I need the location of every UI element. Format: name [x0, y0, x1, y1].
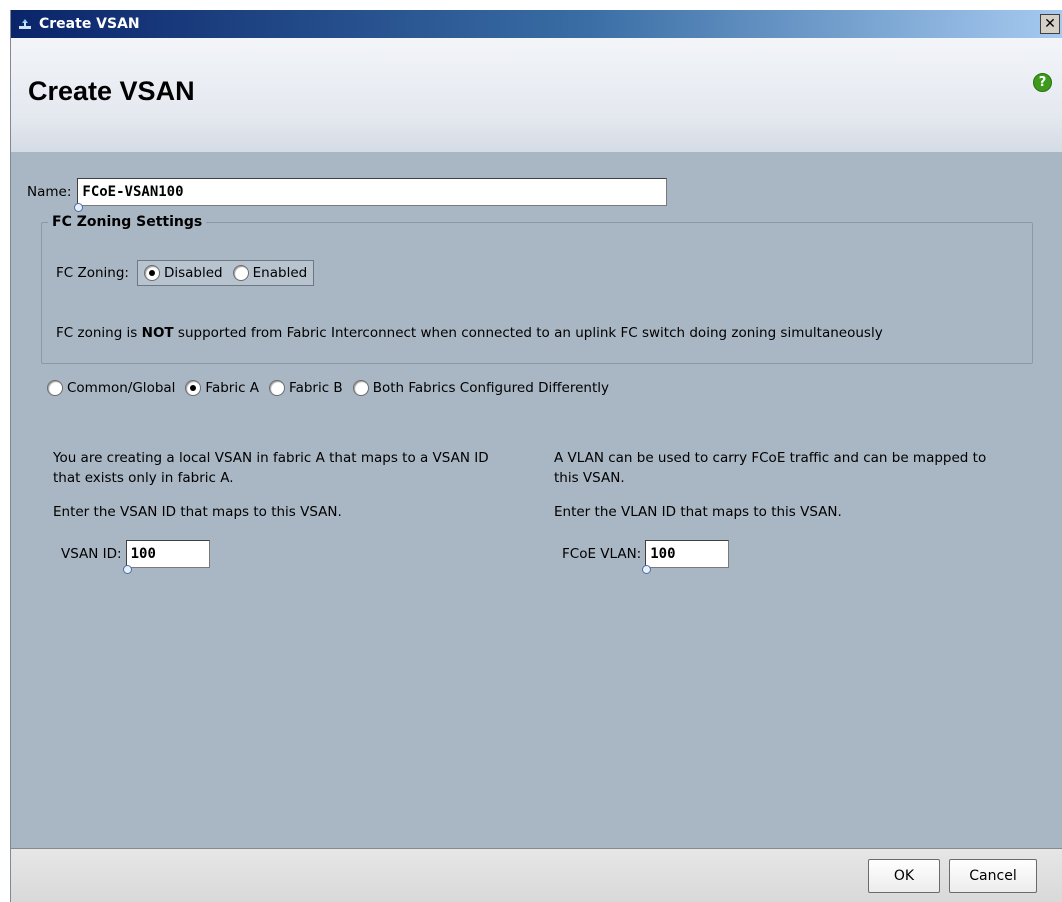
create-vsan-dialog: Create VSAN ✕ Create VSAN ? Name: FCoE-V… — [10, 10, 1062, 902]
radio-checked-icon[interactable] — [143, 265, 160, 281]
text-cursor-icon — [122, 565, 132, 574]
window-title: Create VSAN — [39, 16, 140, 32]
ok-button[interactable]: OK — [868, 859, 940, 893]
form-content: Name: FCoE-VSAN100 FC Zoning Settings FC… — [11, 152, 1062, 858]
fcoe-vlan-value: 100 — [650, 546, 676, 562]
text-cursor-icon — [642, 565, 652, 574]
name-label: Name: — [27, 184, 72, 200]
vlan-column: A VLAN can be used to carry FCoE traffic… — [554, 448, 1014, 574]
fc-zoning-note: FC zoning is NOT supported from Fabric I… — [56, 325, 883, 341]
fc-zoning-note-suffix: supported from Fabric Interconnect when … — [173, 325, 883, 341]
fc-zoning-row: FC Zoning: Disabled Enabled — [56, 260, 315, 286]
page-title: Create VSAN — [28, 76, 195, 106]
scope-both-fabrics-option[interactable]: Both Fabrics Configured Differently — [352, 380, 609, 396]
button-bar: OK Cancel — [11, 848, 1062, 902]
radio-unchecked-icon[interactable] — [47, 380, 63, 396]
fc-zoning-settings-group: FC Zoning Settings FC Zoning: Disabled E… — [41, 214, 1033, 364]
close-icon: ✕ — [1044, 16, 1056, 32]
vsan-instruction: Enter the VSAN ID that maps to this VSAN… — [53, 504, 342, 520]
vsan-id-label: VSAN ID: — [61, 546, 122, 562]
name-input[interactable]: FCoE-VSAN100 — [74, 178, 668, 212]
title-bar: Create VSAN ✕ — [11, 10, 1062, 38]
cancel-button[interactable]: Cancel — [949, 859, 1037, 893]
radio-unchecked-icon[interactable] — [232, 265, 249, 281]
vsan-id-row: VSAN ID: 100 — [61, 540, 513, 574]
vsan-id-input[interactable]: 100 — [122, 540, 210, 574]
radio-unchecked-icon[interactable] — [269, 380, 286, 396]
fc-zoning-enabled-label: Enabled — [252, 265, 308, 281]
fc-zoning-legend: FC Zoning Settings — [52, 214, 203, 230]
fcoe-vlan-label: FCoE VLAN: — [562, 546, 642, 562]
vsan-description: You are creating a local VSAN in fabric … — [53, 450, 489, 486]
name-row: Name: FCoE-VSAN100 — [27, 178, 668, 212]
close-button[interactable]: ✕ — [1040, 14, 1060, 34]
fabric-scope-radio-group: Common/Global Fabric A Fabric B Both Fab… — [47, 380, 609, 396]
vsan-column: You are creating a local VSAN in fabric … — [53, 448, 513, 574]
scope-fabric-b-label: Fabric B — [289, 380, 343, 396]
vlan-id-row: FCoE VLAN: 100 — [562, 540, 1014, 574]
vsan-id-value: 100 — [130, 546, 156, 562]
help-icon[interactable]: ? — [1033, 73, 1052, 92]
scope-common-global-option[interactable]: Common/Global — [47, 380, 175, 396]
scope-both-fabrics-label: Both Fabrics Configured Differently — [372, 380, 609, 396]
fcoe-vlan-input[interactable]: 100 — [642, 540, 730, 574]
header-banner: Create VSAN ? — [11, 38, 1062, 152]
fc-zoning-enabled-option[interactable]: Enabled — [232, 265, 308, 281]
scope-fabric-b-option[interactable]: Fabric B — [269, 380, 343, 396]
fc-zoning-note-emphasis: NOT — [141, 325, 174, 341]
text-cursor-icon — [74, 203, 84, 212]
fc-zoning-disabled-option[interactable]: Disabled — [143, 265, 223, 281]
fc-zoning-label: FC Zoning: — [56, 265, 129, 281]
scope-fabric-a-label: Fabric A — [205, 380, 260, 396]
name-value: FCoE-VSAN100 — [82, 184, 184, 200]
radio-checked-icon[interactable] — [185, 380, 202, 396]
scope-fabric-a-option[interactable]: Fabric A — [185, 380, 259, 396]
fc-zoning-note-prefix: FC zoning is — [56, 325, 142, 341]
radio-unchecked-icon[interactable] — [352, 380, 369, 396]
wrench-icon — [17, 16, 33, 32]
vlan-description: A VLAN can be used to carry FCoE traffic… — [554, 450, 987, 486]
fc-zoning-disabled-label: Disabled — [163, 265, 223, 281]
vlan-instruction: Enter the VLAN ID that maps to this VSAN… — [554, 504, 842, 520]
fc-zoning-radio-group: Disabled Enabled — [136, 260, 315, 286]
scope-common-global-label: Common/Global — [67, 380, 176, 396]
